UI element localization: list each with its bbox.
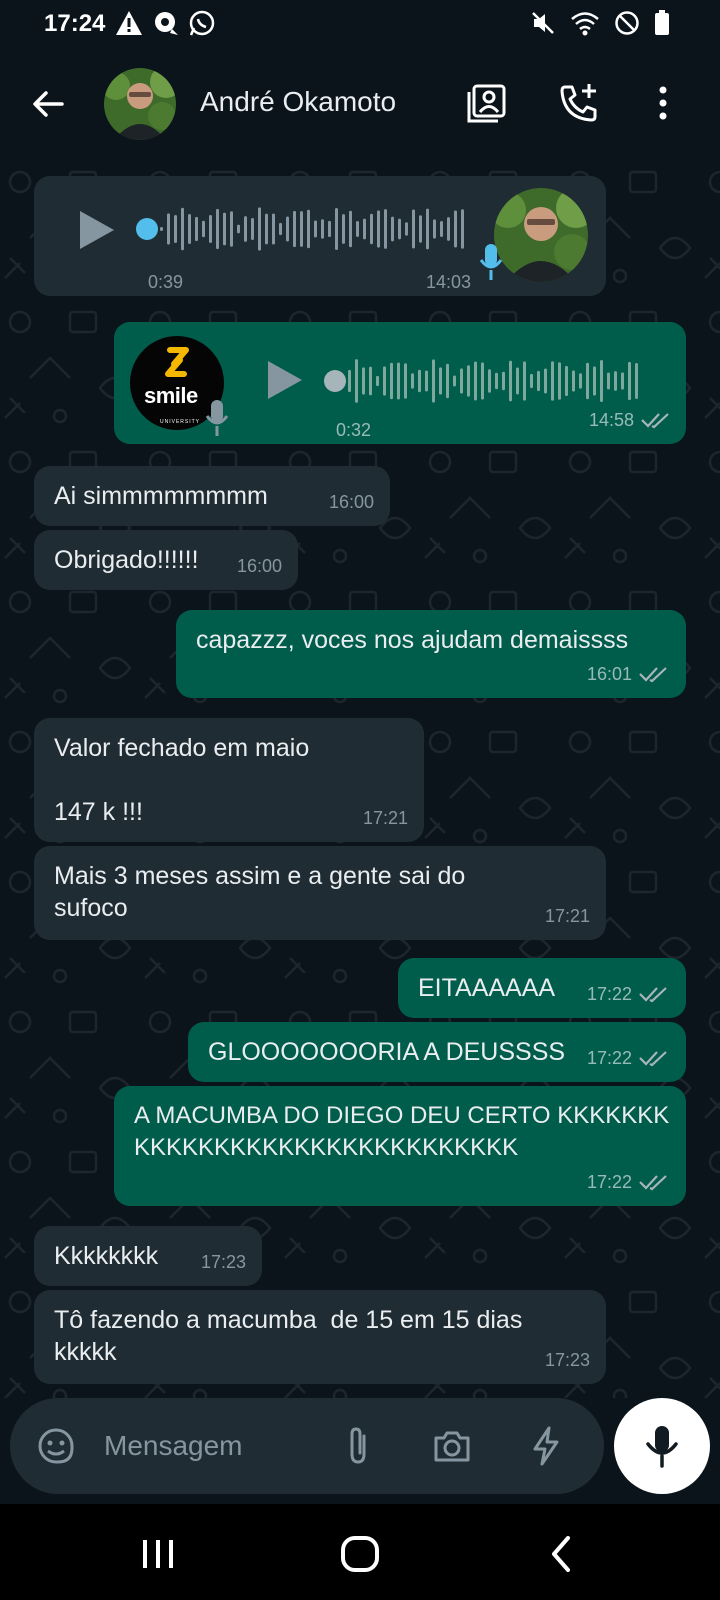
message-time: 17:21: [362, 808, 408, 828]
text-message-outgoing[interactable]: capazzz, voces nos ajudam demaissss 16:0…: [176, 610, 686, 698]
mic-small-icon: [479, 244, 503, 280]
mic-icon: [646, 1426, 678, 1468]
text-message-outgoing[interactable]: A MACUMBA DO DIEGO DEU CERTO KKKKKKKKKKK…: [114, 1086, 686, 1206]
voice-duration: 0:32: [336, 420, 372, 440]
double-check-icon: [639, 1175, 667, 1191]
do-not-disturb-icon: [615, 11, 639, 35]
text-message-outgoing[interactable]: EITAAAAAA 17:22: [398, 958, 686, 1018]
text-message-incoming[interactable]: Kkkkkkkk 17:23: [34, 1226, 262, 1286]
message-time: 14:03: [426, 272, 472, 292]
message-time: 16:00: [328, 492, 374, 512]
play-icon[interactable]: [262, 358, 306, 402]
chat-area[interactable]: 0:39 14:03 smile UNIVERSITY 0:32 14:58 A…: [0, 158, 720, 1398]
message-time: 16:00: [236, 556, 282, 576]
text-message-incoming[interactable]: Tô fazendo a macumba de 15 em 15 dias kk…: [34, 1290, 606, 1384]
message-text: Tô fazendo a macumba de 15 em 15 dias kk…: [54, 1306, 530, 1366]
message-text: A MACUMBA DO DIEGO DEU CERTO KKKKKKKKKKK…: [134, 1102, 670, 1161]
message-meta: 17:21: [545, 900, 590, 932]
message-time: 17:22: [586, 984, 632, 1004]
message-meta: 16:00: [329, 486, 374, 518]
text-message-outgoing[interactable]: GLOOOOOOORIA A DEUSSSS 17:22: [188, 1022, 686, 1082]
more-vertical-icon[interactable]: [640, 80, 686, 126]
voice-message-incoming[interactable]: 0:39 14:03: [34, 176, 606, 296]
recent-apps-icon[interactable]: [136, 1532, 180, 1576]
double-check-icon: [641, 413, 669, 429]
text-message-incoming[interactable]: Valor fechado em maio 147 k !!! 17:21: [34, 718, 424, 842]
whatsapp-icon: [189, 10, 215, 36]
message-meta: 14:58: [589, 404, 672, 436]
contact-avatar[interactable]: [104, 68, 176, 140]
voice-progress-dot[interactable]: [136, 218, 158, 240]
text-message-incoming[interactable]: Mais 3 meses assim e a gente sai do sufo…: [34, 846, 606, 940]
lightning-icon[interactable]: [524, 1424, 568, 1468]
chat-header: André Okamoto: [0, 48, 720, 158]
message-text: Mais 3 meses assim e a gente sai do sufo…: [54, 862, 473, 922]
voice-waveform[interactable]: [160, 204, 470, 254]
chat-bubble-icon: [155, 12, 178, 35]
message-time: 16:01: [586, 664, 632, 684]
mute-icon: [532, 12, 554, 34]
voice-message-outgoing[interactable]: smile UNIVERSITY 0:32 14:58: [114, 322, 686, 444]
attach-icon[interactable]: [336, 1424, 380, 1468]
avatar-sublabel: UNIVERSITY: [160, 419, 201, 425]
mic-small-icon: [205, 400, 229, 436]
double-check-icon: [639, 1051, 667, 1067]
status-time: 17:24: [44, 10, 106, 37]
message-text: GLOOOOOOORIA A DEUSSSS: [208, 1038, 566, 1066]
message-meta: 17:22: [587, 978, 670, 1010]
voice-duration: 0:39: [148, 272, 184, 292]
message-text: Ai simmmmmmmm: [54, 482, 268, 510]
message-time: 17:23: [200, 1252, 246, 1272]
message-meta: 16:00: [237, 550, 282, 582]
message-text: EITAAAAAA: [418, 974, 556, 1002]
message-text: capazzz, voces nos ajudam demaissss: [196, 626, 629, 654]
wifi-icon: [571, 12, 599, 36]
message-text: Valor fechado em maio 147 k !!!: [54, 734, 310, 826]
message-composer[interactable]: Mensagem: [10, 1398, 604, 1494]
message-meta: 17:21: [363, 802, 408, 834]
contact-name[interactable]: André Okamoto: [200, 86, 396, 118]
camera-icon[interactable]: [430, 1424, 474, 1468]
play-icon[interactable]: [74, 208, 118, 252]
message-time: 17:23: [544, 1350, 590, 1370]
home-icon[interactable]: [338, 1532, 382, 1576]
back-icon[interactable]: [540, 1532, 584, 1576]
message-time: 17:22: [586, 1048, 632, 1068]
message-input[interactable]: Mensagem: [104, 1430, 243, 1462]
voice-progress-dot[interactable]: [324, 370, 346, 392]
sticker-icon[interactable]: [34, 1424, 78, 1468]
text-message-incoming[interactable]: Ai simmmmmmmm 16:00: [34, 466, 390, 526]
alert-icon: [116, 11, 142, 35]
double-check-icon: [639, 987, 667, 1003]
double-check-icon: [639, 667, 667, 683]
sender-avatar: [494, 188, 588, 282]
message-meta: 17:22: [587, 1042, 670, 1074]
status-bar: 17:24: [0, 0, 720, 48]
back-arrow-icon[interactable]: [28, 84, 68, 124]
text-message-incoming[interactable]: Obrigado!!!!!! 16:00: [34, 530, 298, 590]
message-meta: 17:23: [545, 1344, 590, 1376]
message-meta: 17:23: [201, 1246, 246, 1278]
system-nav-bar: [0, 1504, 720, 1600]
voice-waveform[interactable]: [348, 356, 648, 406]
message-text: Kkkkkkkk: [54, 1242, 159, 1270]
add-call-icon[interactable]: [556, 80, 602, 126]
message-meta: 16:01: [587, 658, 670, 690]
message-time: 17:22: [586, 1172, 632, 1192]
message-time: 17:21: [544, 906, 590, 926]
message-text: Obrigado!!!!!!: [54, 546, 199, 574]
message-meta: 17:22: [587, 1166, 670, 1198]
contact-card-icon[interactable]: [464, 80, 510, 126]
mic-button[interactable]: [614, 1398, 710, 1494]
battery-icon: [655, 10, 669, 35]
message-time: 14:58: [588, 410, 634, 430]
